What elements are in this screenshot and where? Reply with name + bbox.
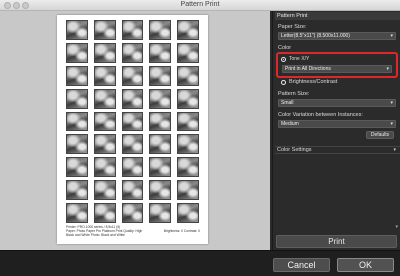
pattern-tile [177, 88, 199, 109]
print-info-brightness-contrast: Brightness: 0 Contrast: 0 [163, 229, 200, 233]
print-direction-value: Print in All Directions [285, 66, 331, 72]
defaults-button[interactable]: Defaults [366, 131, 394, 139]
pattern-tile [66, 157, 88, 178]
pattern-tile [177, 203, 199, 223]
pattern-size-label: Pattern Size: [278, 91, 310, 97]
print-direction-select[interactable]: Print in All Directions ▾ [282, 65, 392, 73]
pattern-tile [121, 42, 144, 63]
chevron-down-icon: ▾ [390, 33, 393, 39]
pattern-tile [177, 134, 199, 155]
color-label: Color [278, 45, 292, 51]
pattern-tile [177, 111, 199, 132]
pattern-tile [66, 203, 88, 223]
pattern-tile [66, 20, 88, 40]
pattern-tile [93, 157, 116, 178]
window-title: Pattern Print [180, 1, 220, 8]
pattern-tile [66, 111, 88, 132]
pattern-tile [149, 88, 172, 109]
pattern-tile [177, 42, 199, 63]
panel-header: Pattern Print [275, 12, 400, 20]
color-variation-select[interactable]: Medium ▾ [278, 120, 396, 128]
pattern-tile [177, 65, 199, 86]
pattern-tile [93, 203, 116, 223]
chevron-down-icon: ▾ [390, 121, 393, 127]
pattern-tile [121, 111, 144, 132]
pattern-tile [66, 180, 88, 201]
brightness-contrast-label: Brightness/Contrast [289, 79, 338, 85]
pattern-tile [93, 88, 116, 109]
pattern-tile [149, 180, 172, 201]
pattern-print-window: Pattern Print Printer: PRO-1000 series /… [0, 0, 400, 276]
paper-size-label: Paper Size: [278, 24, 307, 30]
print-info: Printer: PRO-1000 series / 8.5x11 (5) Pa… [66, 225, 166, 237]
pattern-size-select[interactable]: Small ▾ [278, 99, 396, 107]
preview-area: Printer: PRO-1000 series / 8.5x11 (5) Pa… [0, 11, 270, 250]
pattern-tile [149, 111, 172, 132]
pattern-tile [121, 157, 144, 178]
chevron-down-icon: ▾ [393, 147, 396, 153]
pattern-tile [121, 180, 144, 201]
color-settings-section[interactable]: Color Settings ▾ [275, 146, 400, 154]
pattern-tile [149, 203, 172, 223]
pattern-tile [121, 134, 144, 155]
pattern-tile [121, 88, 144, 109]
pattern-size-value: Small [281, 100, 294, 106]
paper-size-value: Letter(8.5"x11") (8.500x11.000) [281, 33, 350, 39]
pattern-tile [149, 65, 172, 86]
pattern-tile [149, 157, 172, 178]
chevron-down-icon: ▾ [390, 100, 393, 106]
pattern-tile [66, 88, 88, 109]
color-variation-value: Medium [281, 121, 299, 127]
cancel-button[interactable]: Cancel [273, 258, 330, 272]
pattern-tile [66, 134, 88, 155]
pattern-tile [121, 20, 144, 40]
brightness-contrast-radio[interactable] [281, 80, 286, 85]
pattern-tile [121, 203, 144, 223]
color-variation-label: Color Variation between Instances: [278, 112, 363, 118]
pattern-tile [93, 134, 116, 155]
pattern-grid [66, 20, 199, 223]
pattern-tile [66, 65, 88, 86]
paper-size-select[interactable]: Letter(8.5"x11") (8.500x11.000) ▾ [278, 32, 396, 40]
pattern-tile [93, 111, 116, 132]
print-info-bw: Black and White Photo: Black and White [66, 233, 126, 237]
pattern-tile [93, 65, 116, 86]
pattern-tile [66, 42, 88, 63]
pattern-tile [149, 20, 172, 40]
chevron-down-icon: ▾ [386, 66, 389, 72]
pattern-tile [93, 42, 116, 63]
pattern-tile [177, 20, 199, 40]
pattern-tile [93, 20, 116, 40]
pattern-tile [177, 157, 199, 178]
pattern-tile [93, 180, 116, 201]
tone-xy-label: Tone X/Y [289, 56, 310, 62]
title-bar: Pattern Print [0, 0, 400, 11]
paper-preview: Printer: PRO-1000 series / 8.5x11 (5) Pa… [57, 15, 208, 244]
print-button[interactable]: Print [276, 235, 397, 248]
dialog-footer: Cancel OK [0, 250, 400, 276]
scroll-down-icon[interactable]: ▾ [395, 224, 398, 230]
tone-xy-radio[interactable] [281, 57, 286, 62]
pattern-tile [149, 134, 172, 155]
color-settings-label: Color Settings [277, 147, 312, 153]
pattern-tile [149, 42, 172, 63]
ok-button[interactable]: OK [337, 258, 394, 272]
pattern-tile [177, 180, 199, 201]
pattern-tile [121, 65, 144, 86]
